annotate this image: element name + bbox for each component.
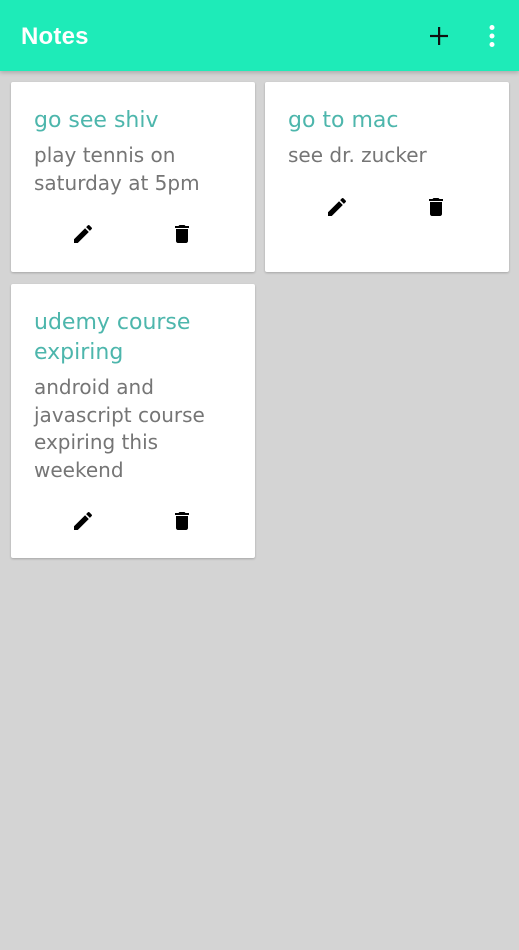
note-body: play tennis on saturday at 5pm [34, 143, 200, 195]
delete-note-button[interactable] [164, 216, 200, 252]
delete-note-button[interactable] [164, 503, 200, 539]
note-body: android and javascript course expiring t… [34, 375, 205, 482]
edit-note-button[interactable] [65, 216, 101, 252]
add-note-button[interactable] [420, 17, 458, 55]
delete-icon [175, 225, 189, 243]
more-vert-icon [489, 25, 495, 47]
delete-icon [175, 512, 189, 530]
delete-icon [429, 198, 443, 216]
add-icon [430, 27, 448, 45]
note-title: go to mac [288, 108, 399, 133]
edit-note-button[interactable] [319, 189, 355, 225]
note-title: go see shiv [34, 108, 159, 133]
edit-icon [74, 511, 93, 530]
edit-icon [74, 224, 93, 243]
note-card[interactable]: udemy course expiring android and javasc… [11, 284, 255, 558]
overflow-menu-button[interactable] [473, 17, 511, 55]
edit-icon [328, 197, 347, 216]
delete-note-button[interactable] [418, 189, 454, 225]
app-title: Notes [21, 23, 89, 50]
note-body: see dr. zucker [288, 143, 427, 167]
edit-note-button[interactable] [65, 503, 101, 539]
note-title: udemy course expiring [34, 310, 191, 365]
note-card[interactable]: go see shiv play tennis on saturday at 5… [11, 82, 255, 272]
note-card[interactable]: go to mac see dr. zucker [265, 82, 509, 272]
app-bar: Notes [0, 0, 519, 71]
